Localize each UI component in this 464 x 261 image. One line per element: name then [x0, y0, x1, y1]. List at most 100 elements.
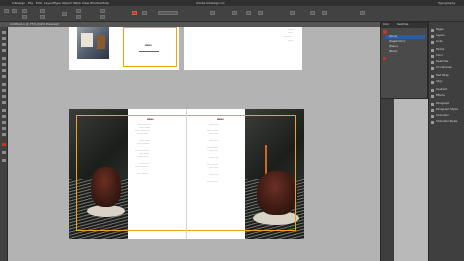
scale-x-field[interactable]	[76, 9, 81, 13]
drop-shadow-icon[interactable]	[232, 11, 237, 15]
zoom-tool-icon[interactable]	[2, 133, 6, 136]
document-tab-label: Untitled-1 @ 75% [GPU Preview]	[10, 22, 59, 26]
fill-icon[interactable]	[383, 30, 387, 34]
reference-point-icon[interactable]	[12, 9, 17, 13]
top-spread-left-page[interactable]	[69, 27, 121, 70]
screen-mode-icon[interactable]	[2, 159, 6, 162]
character-icon	[431, 115, 434, 118]
note-tool-icon[interactable]	[2, 115, 6, 118]
swatch-chip	[383, 57, 386, 60]
text-wrap-icon	[431, 75, 434, 78]
swatch-row[interactable]: [Black]	[385, 50, 425, 54]
swatch-row-selected[interactable]: [None]	[385, 35, 425, 39]
rotate-field[interactable]	[100, 9, 105, 13]
panel-swatches[interactable]: Swatches	[436, 60, 448, 63]
text-block: _______	[288, 40, 294, 41]
opacity-field[interactable]	[210, 11, 215, 15]
fill-stroke-icon[interactable]	[2, 143, 6, 146]
effects-icon	[431, 95, 434, 98]
selection-icon[interactable]	[4, 9, 9, 13]
x-field[interactable]	[22, 9, 27, 13]
panel-text-wrap[interactable]: Text Wrap	[436, 74, 449, 77]
text-block: __________	[284, 36, 292, 37]
panel-cc-libraries[interactable]: CC Libraries	[436, 66, 452, 69]
tools-panel	[0, 27, 8, 261]
swatches-panel: Color Swatches [None] [Registration] [Pa…	[380, 22, 428, 99]
panel-character-styles[interactable]: Character Styles	[436, 120, 458, 123]
top-spread-right-page[interactable]: MENU	[121, 27, 179, 70]
swatches-icon	[431, 61, 434, 64]
links-icon	[431, 41, 434, 44]
hand-tool-icon[interactable]	[2, 127, 6, 130]
fitting-icon[interactable]	[246, 11, 251, 15]
panel-pages[interactable]: Pages	[436, 28, 444, 31]
rectangle-tool-icon[interactable]	[2, 89, 6, 92]
fill-swatch[interactable]	[132, 11, 137, 15]
control-bar	[0, 6, 464, 22]
swatch-row[interactable]: [Registration]	[385, 40, 425, 44]
gap-tool-icon[interactable]	[2, 49, 6, 52]
panel-paragraph-styles[interactable]: Paragraph Styles	[436, 108, 458, 111]
tab-color[interactable]: Color	[383, 23, 389, 26]
pencil-tool-icon[interactable]	[2, 75, 6, 78]
width-field[interactable]	[40, 9, 45, 13]
main-spread[interactable]: MENU _______ ______ ___ ______ _______ _…	[69, 109, 304, 239]
control-menu-icon[interactable]	[360, 11, 365, 15]
panel-gradient[interactable]: Gradient	[436, 88, 447, 91]
tab-swatches[interactable]: Swatches	[397, 23, 408, 26]
gradient-icon	[431, 89, 434, 92]
auto-fit-checkbox[interactable]	[290, 11, 295, 15]
text-block: ______	[288, 32, 293, 33]
align-icon[interactable]	[310, 11, 315, 15]
divider-line	[139, 51, 159, 57]
constrain-icon[interactable]	[62, 12, 67, 16]
swatches-tab-bar: Color Swatches	[381, 23, 427, 28]
panel-character[interactable]: Character	[436, 114, 449, 117]
top-spread-page-3[interactable]	[184, 27, 244, 70]
paragraph-icon	[431, 103, 434, 106]
paragraph-styles-icon	[431, 109, 434, 112]
height-field[interactable]	[40, 15, 45, 19]
type-tool-icon[interactable]	[2, 57, 6, 60]
cc-libraries-icon	[431, 67, 434, 70]
panel-links[interactable]: Links	[436, 40, 443, 43]
distribute-icon[interactable]	[322, 11, 327, 15]
shear-field[interactable]	[100, 15, 105, 19]
direct-selection-tool-icon[interactable]	[2, 37, 6, 40]
fit-content-icon[interactable]	[258, 11, 263, 15]
panel-color[interactable]: Color	[436, 54, 443, 57]
cup-stack-image	[81, 33, 93, 47]
free-transform-tool-icon[interactable]	[2, 101, 6, 104]
stroke-weight-field[interactable]	[158, 11, 178, 15]
panel-effects[interactable]: Effects	[436, 94, 445, 97]
y-field[interactable]	[22, 15, 27, 19]
frame-selection	[123, 27, 177, 67]
pasteboard[interactable]: MENU ________ ______ __________ _______ …	[8, 27, 380, 261]
panel-layers[interactable]: Layers	[436, 34, 445, 37]
align-icon	[431, 81, 434, 84]
panel-dock: Pages Layers Links Stroke Color Swatches…	[428, 22, 464, 261]
scissors-tool-icon[interactable]	[2, 95, 6, 98]
stroke-swatch[interactable]	[142, 11, 147, 15]
color-icon	[431, 55, 434, 58]
pages-icon	[431, 29, 434, 32]
swatch-row[interactable]: [Paper]	[385, 45, 425, 49]
top-spread-title: MENU	[145, 45, 152, 47]
pen-tool-icon[interactable]	[2, 69, 6, 72]
scale-y-field[interactable]	[76, 15, 81, 19]
eyedropper-tool-icon[interactable]	[2, 121, 6, 124]
selection-tool-icon[interactable]	[2, 31, 6, 34]
bag-image	[97, 35, 105, 49]
formatting-icon[interactable]	[2, 151, 6, 154]
panel-stroke[interactable]: Stroke	[436, 48, 444, 51]
line-tool-icon[interactable]	[2, 63, 6, 66]
spine	[186, 109, 187, 239]
page-tool-icon[interactable]	[2, 43, 6, 46]
layers-icon	[431, 35, 434, 38]
panel-paragraph[interactable]: Paragraph	[436, 102, 449, 105]
panel-align[interactable]: Align	[436, 80, 443, 83]
gradient-tool-icon[interactable]	[2, 109, 6, 112]
rectangle-frame-tool-icon[interactable]	[2, 83, 6, 86]
top-spread-page-4[interactable]: ________ ______ __________ _______	[244, 27, 302, 70]
stroke-icon	[431, 49, 434, 52]
